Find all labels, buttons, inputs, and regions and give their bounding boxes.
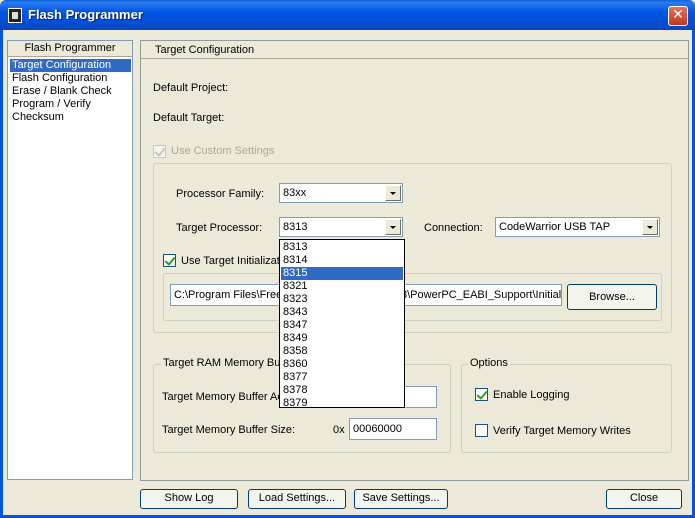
use-target-init-checkbox[interactable] xyxy=(163,254,176,267)
chevron-down-icon[interactable] xyxy=(385,185,401,201)
dropdown-option[interactable]: 8360 xyxy=(281,358,403,371)
dropdown-option[interactable]: 8314 xyxy=(281,254,403,267)
dropdown-option[interactable]: 8378 xyxy=(281,384,403,397)
dropdown-option[interactable]: 8321 xyxy=(281,280,403,293)
dropdown-option[interactable]: 8347 xyxy=(281,319,403,332)
connection-label: Connection: xyxy=(424,222,483,234)
dropdown-option[interactable]: 8377 xyxy=(281,371,403,384)
chevron-down-icon[interactable] xyxy=(642,219,658,235)
use-target-init-label: Use Target Initializati xyxy=(181,255,283,267)
window-close-button[interactable]: ✕ xyxy=(668,6,688,26)
panel-title: Target Configuration xyxy=(141,41,688,59)
dropdown-option[interactable]: 8343 xyxy=(281,306,403,319)
use-custom-settings-checkbox[interactable] xyxy=(153,145,166,158)
title-bar[interactable]: Flash Programmer ✕ xyxy=(0,0,695,30)
nav-item-flash-configuration[interactable]: Flash Configuration xyxy=(10,72,131,85)
buffer-size-value: 00060000 xyxy=(353,423,402,435)
close-button[interactable]: Close xyxy=(606,489,682,509)
nav-item-program-verify[interactable]: Program / Verify xyxy=(10,98,131,111)
init-path-right-text: 8\PowerPC_EABI_Support\Initial xyxy=(401,289,562,301)
nav-header: Flash Programmer xyxy=(8,41,132,57)
nav-item-target-configuration[interactable]: Target Configuration xyxy=(10,59,131,72)
verify-writes-label: Verify Target Memory Writes xyxy=(493,425,631,437)
enable-logging-checkbox[interactable] xyxy=(475,388,488,401)
connection-value: CodeWarrior USB TAP xyxy=(499,221,611,233)
use-custom-settings-label: Use Custom Settings xyxy=(171,145,275,157)
buffer-size-input[interactable]: 00060000 xyxy=(349,418,437,440)
processor-family-combo[interactable]: 83xx xyxy=(279,183,403,203)
ram-buffer-group-title: Target RAM Memory Buff xyxy=(161,357,289,370)
default-project-label: Default Project: xyxy=(153,82,229,94)
processor-family-value: 83xx xyxy=(283,187,307,199)
processor-family-label: Processor Family: xyxy=(176,188,265,200)
save-settings-button[interactable]: Save Settings... xyxy=(354,489,448,509)
buffer-size-prefix: 0x xyxy=(333,424,345,436)
dropdown-option[interactable]: 8315 xyxy=(281,267,403,280)
window-title: Flash Programmer xyxy=(28,7,143,22)
browse-button[interactable]: Browse... xyxy=(567,284,657,310)
show-log-button[interactable]: Show Log xyxy=(140,489,238,509)
options-group xyxy=(461,364,672,453)
dropdown-option[interactable]: 8323 xyxy=(281,293,403,306)
nav-item-erase-blank-check[interactable]: Erase / Blank Check xyxy=(10,85,131,98)
target-processor-label: Target Processor: xyxy=(176,222,263,234)
target-processor-value: 8313 xyxy=(283,221,308,233)
dropdown-option[interactable]: 8349 xyxy=(281,332,403,345)
options-group-title: Options xyxy=(468,357,510,370)
init-path-left-text: C:\Program Files\Free xyxy=(174,289,283,301)
nav-list: Flash Programmer Target Configuration Fl… xyxy=(7,40,133,480)
verify-writes-checkbox[interactable] xyxy=(475,424,488,437)
load-settings-button[interactable]: Load Settings... xyxy=(248,489,346,509)
target-processor-dropdown-list[interactable]: 8313 8314 8315 8321 8323 8343 8347 8349 8358 8360… xyxy=(279,239,405,410)
buffer-address-label: Target Memory Buffer Ac xyxy=(162,391,283,403)
connection-combo[interactable]: CodeWarrior USB TAP xyxy=(495,217,660,237)
dropdown-option[interactable]: 8379 xyxy=(281,397,403,410)
target-processor-combo[interactable]: 8313 xyxy=(279,217,403,237)
dropdown-option[interactable]: 8358 xyxy=(281,345,403,358)
nav-item-checksum[interactable]: Checksum xyxy=(10,111,131,124)
app-icon xyxy=(8,8,22,23)
default-target-label: Default Target: xyxy=(153,112,225,124)
enable-logging-label: Enable Logging xyxy=(493,389,570,401)
buffer-size-label: Target Memory Buffer Size: xyxy=(162,424,296,436)
chevron-down-icon[interactable] xyxy=(385,219,401,235)
dropdown-option[interactable]: 8313 xyxy=(281,241,403,254)
